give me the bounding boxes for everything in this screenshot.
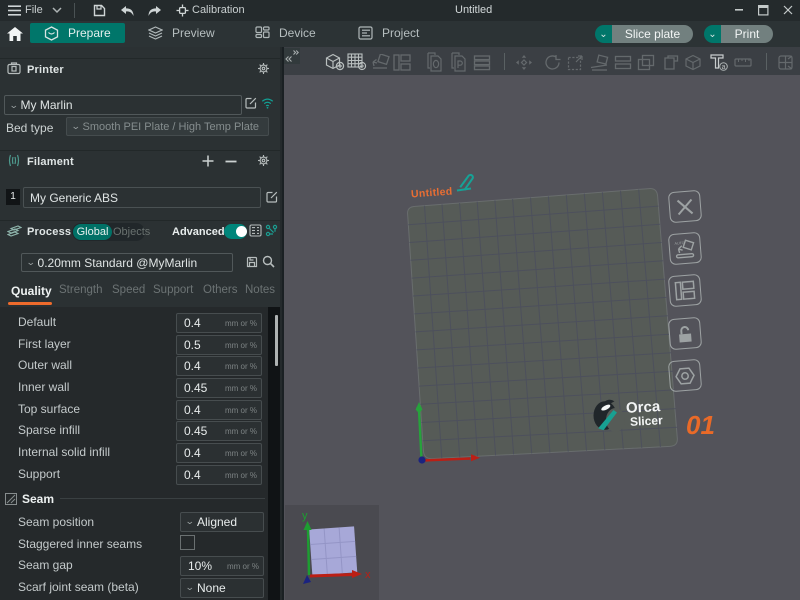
svg-text:y: y [302, 510, 308, 522]
svg-text:x: x [365, 569, 371, 581]
svg-text:AUTO: AUTO [674, 241, 684, 246]
